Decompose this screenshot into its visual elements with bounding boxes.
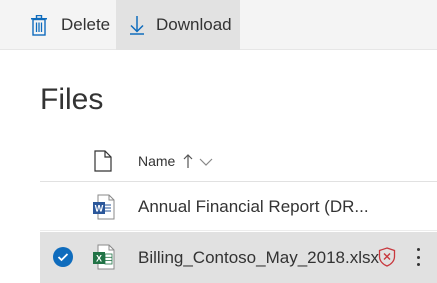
row-divider <box>40 230 437 231</box>
chevron-down-icon[interactable] <box>198 155 214 167</box>
name-header-label: Name <box>138 153 176 169</box>
file-row[interactable]: W Annual Financial Report (DR... <box>40 182 437 230</box>
dot <box>416 263 420 266</box>
download-button[interactable]: Download <box>116 0 240 50</box>
file-row-selected[interactable]: X Billing_Contoso_May_2018.xlsx <box>40 232 437 283</box>
selected-checkbox[interactable] <box>53 247 73 267</box>
dot <box>416 255 420 259</box>
excel-file-icon: X <box>92 243 116 271</box>
file-list-header: Name <box>0 140 437 182</box>
command-bar: Delete Download <box>0 0 437 50</box>
sort-ascending-icon <box>182 153 194 169</box>
delete-label: Delete <box>61 15 111 34</box>
trash-icon <box>28 14 50 36</box>
word-file-icon: W <box>92 193 116 221</box>
more-options-icon[interactable] <box>412 245 424 269</box>
dot <box>416 248 420 251</box>
shield-warning-icon[interactable] <box>378 247 396 267</box>
page-title: Files <box>40 83 104 116</box>
svg-text:X: X <box>96 254 102 264</box>
name-column-header[interactable]: Name <box>138 150 214 172</box>
file-name[interactable]: Billing_Contoso_May_2018.xlsx <box>138 248 379 268</box>
file-name[interactable]: Annual Financial Report (DR... <box>138 197 369 217</box>
download-label: Download <box>156 15 232 34</box>
checkmark-icon <box>57 253 69 262</box>
file-type-header-icon[interactable] <box>94 150 114 174</box>
download-icon <box>127 14 147 36</box>
delete-button[interactable]: Delete <box>28 0 110 50</box>
svg-text:W: W <box>95 204 104 214</box>
